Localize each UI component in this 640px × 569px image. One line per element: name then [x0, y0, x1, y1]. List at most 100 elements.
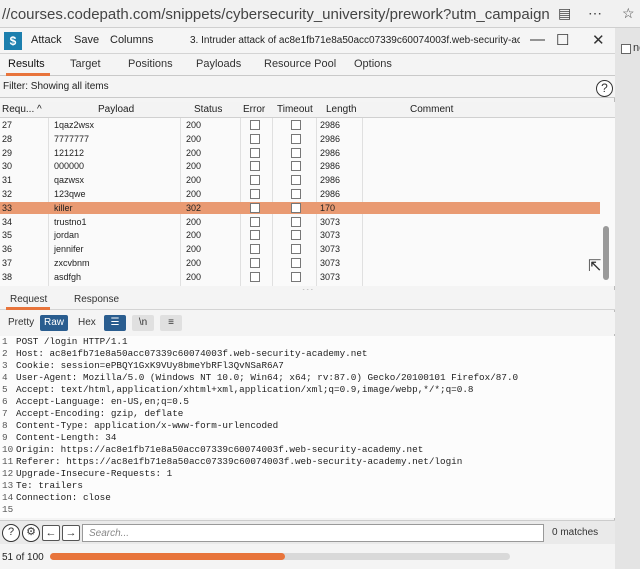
request-line: 13 Te: trailers: [2, 480, 83, 491]
table-scrollbar[interactable]: [603, 226, 609, 280]
table-row[interactable]: 27 1qaz2wsx 200 2986: [0, 119, 600, 131]
maximize-icon[interactable]: ☐: [556, 31, 569, 49]
col-request[interactable]: Requ... ^: [2, 104, 42, 115]
col-length[interactable]: Length: [326, 104, 357, 115]
request-line: 15: [2, 504, 16, 515]
options-menu-icon[interactable]: ≡: [160, 315, 182, 331]
timeout-checkbox: [291, 230, 301, 241]
request-editor[interactable]: 1 POST /login HTTP/1.1 2 Host: ac8e1fb71e8a…: [0, 336, 615, 518]
cell-payload: jordan: [54, 230, 80, 241]
tab-options[interactable]: Options: [354, 58, 392, 70]
error-checkbox: [250, 244, 260, 255]
timeout-checkbox: [291, 202, 301, 213]
table-row[interactable]: 32 123qwe 200 2986: [0, 188, 600, 200]
table-row[interactable]: 30 000000 200 2986: [0, 160, 600, 172]
view-toolbar: Pretty Raw Hex ☰ \n ≡: [0, 312, 615, 334]
cell-payload: qazwsx: [54, 175, 85, 186]
actions-menu-icon[interactable]: ☰: [104, 315, 126, 331]
url-text[interactable]: //courses.codepath.com/snippets/cybersec…: [2, 6, 550, 23]
line-number: 5: [2, 384, 8, 395]
settings-gear-icon[interactable]: ⚙: [22, 524, 40, 542]
table-row[interactable]: 33 killer 302 170: [0, 201, 600, 214]
menu-columns[interactable]: Columns: [110, 34, 153, 46]
page-label: ne: [633, 42, 640, 54]
error-checkbox: [250, 258, 260, 268]
show-newlines-icon[interactable]: \n: [132, 315, 154, 331]
request-line: 7 Accept-Encoding: gzip, deflate: [2, 408, 183, 419]
close-icon[interactable]: ✕: [592, 31, 605, 49]
cell-request-number: 35: [2, 230, 13, 241]
tab-request[interactable]: Request: [10, 294, 47, 305]
table-row[interactable]: 31 qazwsx 200 2986: [0, 174, 600, 186]
hex-button[interactable]: Hex: [74, 315, 100, 331]
timeout-checkbox: [291, 189, 301, 199]
match-count: 0 matches: [552, 527, 599, 538]
filter-text[interactable]: Filter: Showing all items: [3, 81, 109, 92]
request-line: 11 Referer: https://ac8e1fb71e8a50acc0733…: [2, 456, 462, 467]
cell-status: 200: [186, 133, 202, 144]
cell-status: 200: [186, 175, 202, 186]
mouse-cursor-icon: ⇱: [588, 258, 602, 275]
request-response-tabs: Request Response: [0, 290, 615, 310]
more-options-icon[interactable]: ⋯: [588, 5, 602, 22]
menu-save[interactable]: Save: [74, 34, 99, 46]
progress-bar: [50, 553, 510, 560]
pretty-button[interactable]: Pretty: [4, 315, 38, 331]
line-number: 6: [2, 396, 8, 407]
line-text: Host: ac8e1fb71e8a50acc07339c60074003f.w…: [16, 348, 368, 359]
browser-url-bar[interactable]: //courses.codepath.com/snippets/cybersec…: [0, 0, 640, 28]
tab-target[interactable]: Target: [70, 58, 101, 70]
results-table: Requ... ^ Payload Status Error Timeout L…: [0, 102, 615, 286]
request-line: 8 Content-Type: application/x-www-form-ur…: [2, 420, 278, 431]
line-number: 9: [2, 432, 8, 443]
table-row[interactable]: 35 jordan 200 3073: [0, 229, 600, 241]
previous-match-icon[interactable]: ←: [42, 525, 60, 541]
line-number: 4: [2, 372, 8, 383]
filter-bar[interactable]: Filter: Showing all items: [0, 76, 615, 98]
line-number: 10: [2, 444, 14, 455]
request-line: 1 POST /login HTTP/1.1: [2, 336, 128, 347]
tab-results[interactable]: Results: [8, 58, 45, 70]
table-row[interactable]: 38 asdfgh 200 3073: [0, 271, 600, 283]
error-checkbox: [250, 216, 260, 227]
error-checkbox: [250, 271, 260, 282]
bookmark-icon[interactable]: ☆: [622, 5, 635, 22]
tab-resource-pool[interactable]: Resource Pool: [264, 58, 336, 70]
table-row[interactable]: 29 121212 200 2986: [0, 147, 600, 159]
menu-attack[interactable]: Attack: [31, 34, 62, 46]
line-text: Accept-Language: en-US,en;q=0.5: [16, 396, 189, 407]
cell-request-number: 32: [2, 189, 13, 199]
request-line: 5 Accept: text/html,application/xhtml+xml…: [2, 384, 473, 395]
search-bar: ? ⚙ ← → Search... 0 matches: [0, 520, 615, 544]
tab-positions[interactable]: Positions: [128, 58, 173, 70]
status-bar: 51 of 100: [0, 544, 615, 569]
col-comment[interactable]: Comment: [410, 104, 453, 115]
col-status[interactable]: Status: [194, 104, 222, 115]
request-line: 4 User-Agent: Mozilla/5.0 (Windows NT 10.…: [2, 372, 518, 383]
cell-status: 200: [186, 244, 202, 255]
line-number: 3: [2, 360, 8, 371]
cell-status: 200: [186, 189, 202, 199]
table-row[interactable]: 37 zxcvbnm 200 3073: [0, 257, 600, 269]
timeout-checkbox: [291, 258, 301, 268]
reader-view-icon[interactable]: ▤: [558, 5, 571, 22]
line-text: Referer: https://ac8e1fb71e8a50acc07339c…: [16, 456, 463, 467]
page-checkbox[interactable]: [621, 44, 631, 54]
help-icon[interactable]: ?: [596, 80, 613, 97]
table-row[interactable]: 34 trustno1 200 3073: [0, 216, 600, 228]
col-timeout[interactable]: Timeout: [277, 104, 313, 115]
cell-status: 200: [186, 120, 202, 130]
tab-bar: Results Target Positions Payloads Resour…: [0, 54, 615, 76]
cell-status: 200: [186, 161, 202, 172]
col-error[interactable]: Error: [243, 104, 265, 115]
table-row[interactable]: 36 jennifer 200 3073: [0, 243, 600, 255]
col-payload[interactable]: Payload: [98, 104, 134, 115]
next-match-icon[interactable]: →: [62, 525, 80, 541]
search-input[interactable]: Search...: [82, 524, 544, 542]
tab-response[interactable]: Response: [74, 294, 119, 305]
help-icon[interactable]: ?: [2, 524, 20, 542]
minimize-icon[interactable]: —: [530, 31, 545, 48]
table-row[interactable]: 28 7777777 200 2986: [0, 133, 600, 145]
raw-button[interactable]: Raw: [40, 315, 69, 331]
tab-payloads[interactable]: Payloads: [196, 58, 241, 70]
